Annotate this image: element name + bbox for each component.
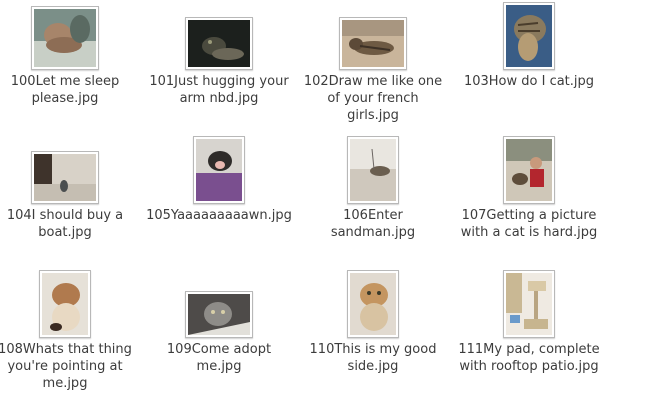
image-thumbnail-kitten[interactable] xyxy=(185,291,253,338)
image-thumbnail-tabby-cat[interactable] xyxy=(503,2,555,70)
file-item[interactable]: 101Just hugging your arm nbd.jpg xyxy=(146,0,292,107)
file-name: 100Let me sleep please.jpg xyxy=(10,74,120,106)
image-thumbnail-person-with-cat[interactable] xyxy=(503,136,555,204)
file-name: 111My pad, complete with rooftop patio.j… xyxy=(458,342,600,374)
file-item[interactable]: 111My pad, complete with rooftop patio.j… xyxy=(456,268,602,375)
image-thumbnail-cat-on-floor[interactable] xyxy=(31,151,99,204)
image-thumbnail-cat-tower[interactable] xyxy=(503,270,555,338)
image-thumbnail-lounging-cat[interactable] xyxy=(339,17,407,70)
file-name: 102Draw me like one of your french girls… xyxy=(303,74,443,123)
file-icon-grid: 100Let me sleep please.jpg 101Just huggi… xyxy=(0,0,649,414)
file-item[interactable]: 103How do I cat.jpg xyxy=(456,0,602,90)
image-thumbnail-sleeping-cat[interactable] xyxy=(31,6,99,70)
file-item[interactable]: 108Whats that thing you're pointing at m… xyxy=(0,268,138,392)
file-item[interactable]: 104I should buy a boat.jpg xyxy=(0,134,138,241)
file-item[interactable]: 102Draw me like one of your french girls… xyxy=(300,0,446,124)
image-thumbnail-curious-cat[interactable] xyxy=(39,270,91,338)
file-name: 103How do I cat.jpg xyxy=(463,74,595,89)
file-item[interactable]: 110This is my good side.jpg xyxy=(300,268,446,375)
file-name: 107Getting a picture with a cat is hard.… xyxy=(460,208,598,240)
file-item[interactable]: 105Yaaaaaaaaawn.jpg xyxy=(146,134,292,224)
file-item[interactable]: 100Let me sleep please.jpg xyxy=(0,0,138,107)
file-name: 104I should buy a boat.jpg xyxy=(6,208,124,240)
image-thumbnail-posing-cat[interactable] xyxy=(347,270,399,338)
file-name: 109Come adopt me.jpg xyxy=(166,342,272,374)
file-name: 105Yaaaaaaaaawn.jpg xyxy=(146,208,292,223)
file-item[interactable]: 109Come adopt me.jpg xyxy=(146,268,292,375)
file-name: 110This is my good side.jpg xyxy=(309,342,437,374)
image-thumbnail-dark-cat[interactable] xyxy=(185,17,253,70)
file-item[interactable]: 107Getting a picture with a cat is hard.… xyxy=(456,134,602,241)
image-thumbnail-yawning-cat[interactable] xyxy=(193,136,245,204)
image-thumbnail-cat-on-couch[interactable] xyxy=(347,136,399,204)
file-item[interactable]: 106Enter sandman.jpg xyxy=(300,134,446,241)
file-name: 101Just hugging your arm nbd.jpg xyxy=(149,74,289,106)
file-name: 106Enter sandman.jpg xyxy=(330,208,416,240)
file-name: 108Whats that thing you're pointing at m… xyxy=(0,342,132,391)
